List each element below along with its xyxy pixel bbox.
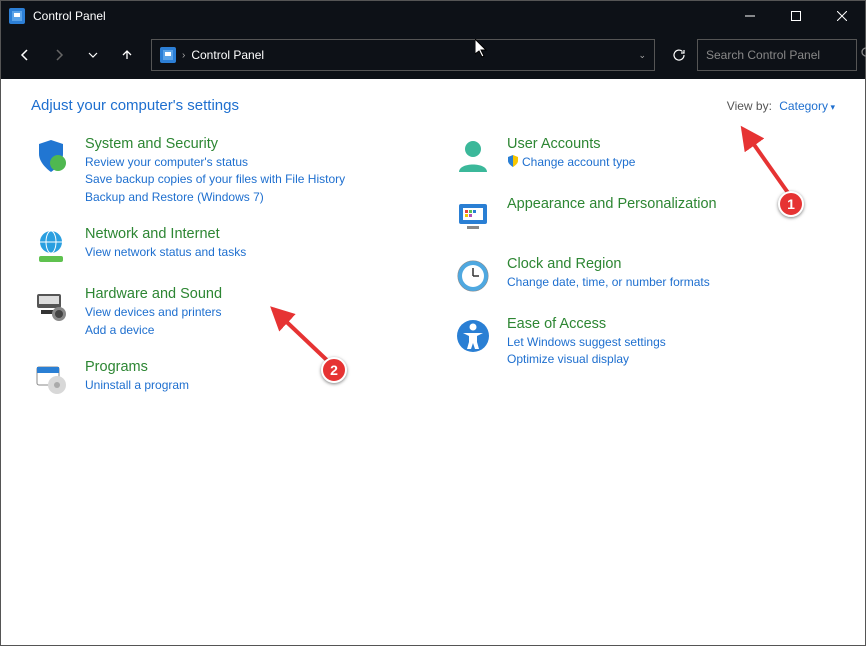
network-internet-link[interactable]: Network and Internet [85,226,413,242]
category-programs: Programs Uninstall a program [31,359,413,399]
titlebar: Control Panel [1,1,865,31]
appearance-icon [453,196,493,236]
devices-printers-link[interactable]: View devices and printers [85,304,413,321]
page-heading-row: Adjust your computer's settings View by:… [31,97,835,114]
ease-of-access-icon [453,316,493,356]
search-icon[interactable] [861,47,866,63]
uac-shield-icon [507,155,519,167]
forward-button[interactable] [43,39,75,71]
window-controls [727,1,865,31]
view-by-label: View by: [727,99,772,113]
programs-icon [31,359,71,399]
hardware-sound-icon [31,286,71,326]
category-hardware-sound: Hardware and Sound View devices and prin… [31,286,413,339]
chevron-right-icon: › [182,50,185,61]
annotation-badge-2: 2 [321,357,347,383]
change-date-time-link[interactable]: Change date, time, or number formats [507,274,835,291]
view-by-dropdown[interactable]: Category [775,99,835,113]
control-panel-icon [9,8,25,24]
add-device-link[interactable]: Add a device [85,322,413,339]
system-security-icon [31,136,71,176]
system-security-link[interactable]: System and Security [85,136,413,152]
back-button[interactable] [9,39,41,71]
change-account-type-link[interactable]: Change account type [507,154,835,171]
window-title: Control Panel [33,9,727,23]
optimize-display-link[interactable]: Optimize visual display [507,351,835,368]
content-area: Adjust your computer's settings View by:… [1,79,865,645]
clock-region-link[interactable]: Clock and Region [507,256,835,272]
address-text: Control Panel [191,48,632,62]
refresh-button[interactable] [663,39,695,71]
clock-region-icon [453,256,493,296]
control-panel-path-icon [160,47,176,63]
category-network-internet: Network and Internet View network status… [31,226,413,266]
address-bar[interactable]: › Control Panel ⌄ [151,39,655,71]
network-internet-icon [31,226,71,266]
user-accounts-icon [453,136,493,176]
toolbar: › Control Panel ⌄ [1,31,865,79]
network-status-link[interactable]: View network status and tasks [85,244,413,261]
view-by: View by: Category [727,99,835,113]
uninstall-program-link[interactable]: Uninstall a program [85,377,413,394]
file-history-link[interactable]: Save backup copies of your files with Fi… [85,171,413,188]
close-button[interactable] [819,1,865,31]
hardware-sound-link[interactable]: Hardware and Sound [85,286,413,302]
annotation-badge-1: 1 [778,191,804,217]
category-clock-region: Clock and Region Change date, time, or n… [453,256,835,296]
change-account-type-text: Change account type [522,155,635,169]
minimize-button[interactable] [727,1,773,31]
maximize-button[interactable] [773,1,819,31]
search-box[interactable] [697,39,857,71]
right-column: User Accounts Change account type Appear… [453,136,835,419]
programs-link[interactable]: Programs [85,359,413,375]
review-status-link[interactable]: Review your computer's status [85,154,413,171]
backup-restore-link[interactable]: Backup and Restore (Windows 7) [85,189,413,206]
category-system-security: System and Security Review your computer… [31,136,413,206]
left-column: System and Security Review your computer… [31,136,413,419]
search-input[interactable] [706,48,861,62]
category-user-accounts: User Accounts Change account type [453,136,835,176]
address-dropdown-icon[interactable]: ⌄ [638,50,646,61]
ease-of-access-link[interactable]: Ease of Access [507,316,835,332]
page-heading: Adjust your computer's settings [31,97,239,114]
category-ease-of-access: Ease of Access Let Windows suggest setti… [453,316,835,369]
recent-dropdown[interactable] [77,39,109,71]
user-accounts-link[interactable]: User Accounts [507,136,835,152]
up-button[interactable] [111,39,143,71]
suggest-settings-link[interactable]: Let Windows suggest settings [507,334,835,351]
